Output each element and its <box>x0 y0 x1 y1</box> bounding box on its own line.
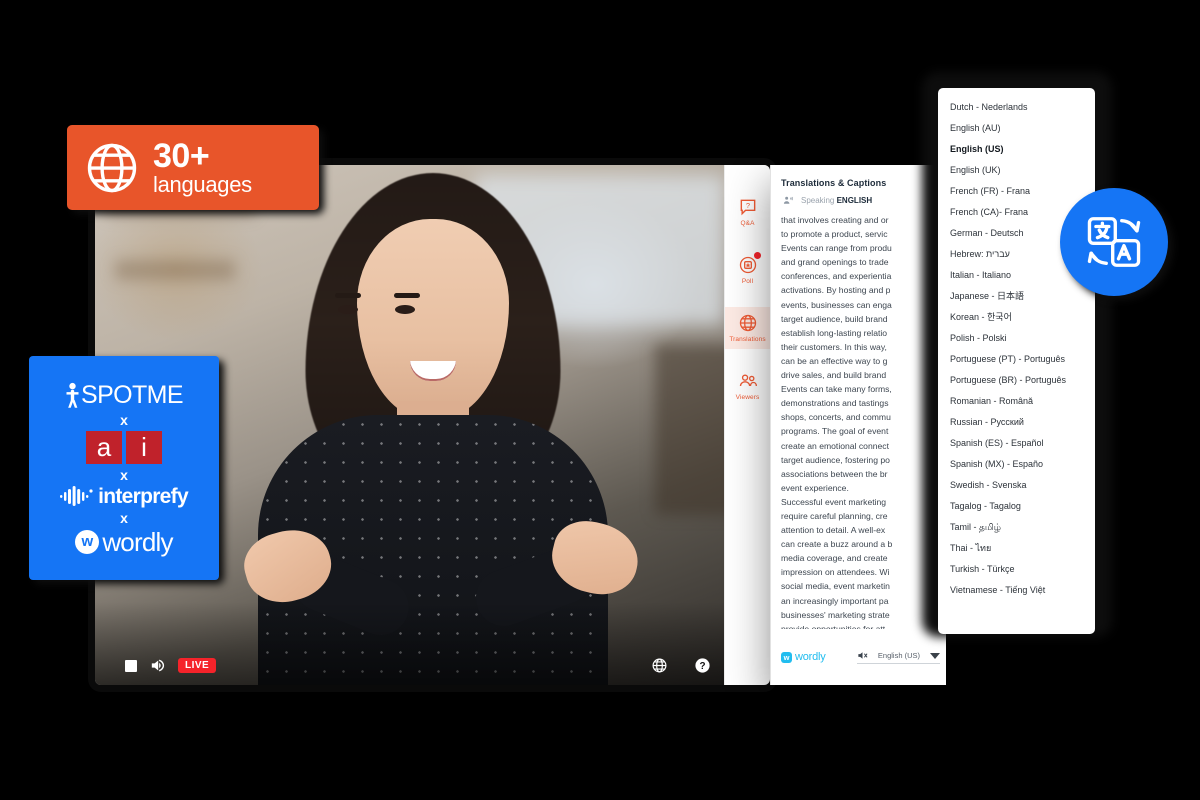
transcript-text[interactable]: that involves creating and or to promote… <box>771 213 946 629</box>
wordly-logo: w wordly <box>75 526 173 557</box>
rail-item-qa[interactable]: ? Q&A <box>725 191 770 233</box>
video-controls-left: LIVE <box>125 657 217 674</box>
ai-letter-i: i <box>126 430 162 464</box>
globe-icon <box>85 141 139 195</box>
language-option[interactable]: Dutch - Nederlands <box>938 97 1095 118</box>
globe-icon[interactable] <box>651 657 668 674</box>
spotme-logo: SPOTME <box>65 380 184 409</box>
svg-text:?: ? <box>699 661 705 672</box>
language-option[interactable]: Japanese - 日本語 <box>938 286 1095 307</box>
interprefy-logo: interprefy <box>60 484 189 508</box>
language-option[interactable]: Portuguese (PT) - Português <box>938 349 1095 370</box>
spotme-figure-icon <box>65 382 80 409</box>
speaking-status: Speaking ENGLISH <box>771 195 946 213</box>
language-option[interactable]: Portuguese (BR) - Português <box>938 370 1095 391</box>
feature-rail: ? Q&A Poll Translations Viewers <box>724 165 770 685</box>
languages-badge-text: 30+ languages <box>153 139 301 196</box>
wordly-wordmark: wordly <box>102 526 173 557</box>
viewers-icon <box>738 371 758 391</box>
language-option[interactable]: Korean - 한국어 <box>938 307 1095 328</box>
languages-label: languages <box>153 171 252 197</box>
speaking-language: ENGLISH <box>836 196 873 205</box>
poll-notification-badge <box>754 252 761 259</box>
rail-item-poll[interactable]: Poll <box>725 249 770 291</box>
speaking-label: Speaking ENGLISH <box>801 196 872 205</box>
language-option[interactable]: Polish - Polski <box>938 328 1095 349</box>
translate-badge <box>1060 188 1168 296</box>
rail-item-label: Viewers <box>735 394 760 401</box>
wordly-mark: w <box>75 529 100 554</box>
help-icon[interactable]: ? <box>694 657 711 674</box>
language-option[interactable]: Tagalog - Tagalog <box>938 496 1095 517</box>
speaking-prefix: Speaking <box>801 196 835 205</box>
translate-icon <box>1083 211 1145 273</box>
languages-badge: 30+ languages <box>67 125 319 210</box>
stop-button[interactable] <box>125 659 137 672</box>
rail-item-label: Q&A <box>740 220 755 227</box>
languages-count: 30+ <box>153 136 210 175</box>
volume-icon[interactable] <box>149 657 166 674</box>
panel-language-select[interactable]: English (US) <box>856 650 940 664</box>
language-option[interactable]: Spanish (ES) - Español <box>938 433 1095 454</box>
question-bubble-icon: ? <box>738 197 758 217</box>
language-option[interactable]: Thai - ไทย <box>938 538 1095 559</box>
waveform-icon <box>60 486 93 506</box>
wordly-logo: w wordly <box>781 651 826 663</box>
language-option[interactable]: Tamil - தமிழ் <box>938 517 1095 538</box>
spotme-wordmark: SPOTME <box>81 380 184 409</box>
language-option[interactable]: Romanian - Română <box>938 391 1095 412</box>
language-option[interactable]: Vietnamese - Tiếng Việt <box>938 580 1095 601</box>
ai-logo: a i <box>86 430 162 464</box>
globe-icon <box>738 313 758 333</box>
panel-title: Translations & Captions <box>781 178 887 188</box>
language-option[interactable]: Russian - Русский <box>938 412 1095 433</box>
scene: LIVE ? ? Q&A Poll Translations Viewers T… <box>0 0 1200 800</box>
panel-footer: w wordly English (US) <box>771 629 946 685</box>
rail-item-viewers[interactable]: Viewers <box>725 365 770 407</box>
language-option[interactable]: French (FR) - Frana <box>938 181 1095 202</box>
mute-icon[interactable] <box>857 650 868 661</box>
selected-language-value: English (US) <box>877 651 920 660</box>
ai-letter-a: a <box>86 430 122 464</box>
speaker-person-icon <box>783 195 794 206</box>
language-option[interactable]: English (US) <box>938 139 1095 160</box>
rail-item-label: Translations <box>729 336 766 343</box>
language-option[interactable]: Swedish - Svenska <box>938 475 1095 496</box>
interprefy-wordmark: interprefy <box>98 484 189 508</box>
partner-separator-2: x <box>120 466 128 483</box>
svg-text:?: ? <box>745 201 749 210</box>
partner-separator-1: x <box>120 411 128 428</box>
wordly-wordmark: wordly <box>795 651 826 663</box>
rail-item-label: Poll <box>741 278 754 285</box>
language-option[interactable]: Spanish (MX) - Españo <box>938 454 1095 475</box>
wordly-mark: w <box>781 651 792 663</box>
language-option[interactable]: English (AU) <box>938 118 1095 139</box>
chevron-down-icon[interactable] <box>930 652 940 659</box>
language-option[interactable]: Turkish - Türkçe <box>938 559 1095 580</box>
partners-card: SPOTME x a i x interprefy x w wordly <box>29 356 219 580</box>
rail-item-translations[interactable]: Translations <box>725 307 770 349</box>
language-dropdown[interactable]: Dutch - Nederlands English (AU) English (U… <box>938 88 1095 634</box>
language-option[interactable]: English (UK) <box>938 160 1095 181</box>
live-badge: LIVE <box>178 658 217 673</box>
partner-separator-3: x <box>120 509 128 526</box>
translations-panel: Translations & Captions Speaking ENGLISH… <box>770 165 946 685</box>
